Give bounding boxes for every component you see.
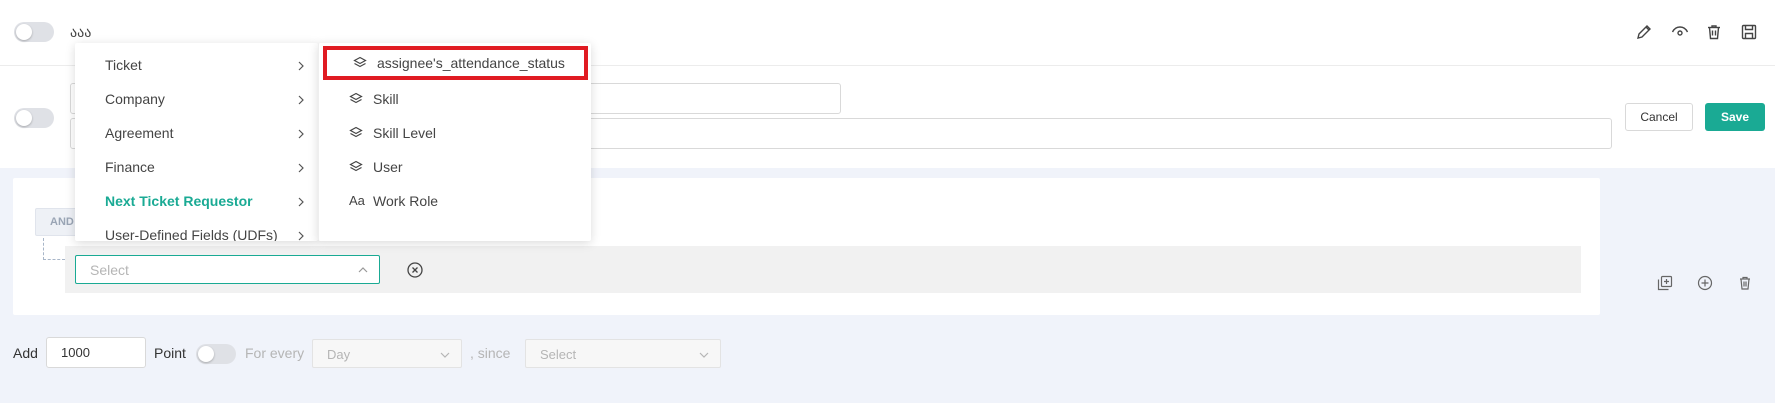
text-type-icon: Aa <box>349 193 365 208</box>
submenu-item-user[interactable]: User <box>319 150 592 184</box>
remove-condition-icon[interactable] <box>406 261 424 279</box>
menu-item-label: User-Defined Fields (UDFs) <box>105 227 278 241</box>
eye-icon[interactable] <box>1671 23 1689 41</box>
chevron-down-icon <box>439 348 451 360</box>
submenu-item-label: assignee's_attendance_status <box>377 55 565 71</box>
menu-item-label: Company <box>105 91 165 107</box>
chevron-right-icon <box>295 161 307 173</box>
chevron-right-icon <box>295 127 307 139</box>
menu-item-label: Next Ticket Requestor <box>105 193 253 209</box>
submenu-item-skill-level[interactable]: Skill Level <box>319 116 592 150</box>
menu-item-company[interactable]: Company <box>75 82 318 116</box>
submenu-item-label: Skill <box>373 91 399 107</box>
save-icon[interactable] <box>1740 23 1758 41</box>
menu-item-label: Ticket <box>105 57 142 73</box>
submenu-item-label: Skill Level <box>373 125 437 141</box>
save-button[interactable]: Save <box>1705 103 1765 131</box>
chevron-up-icon <box>357 263 369 275</box>
add-label: Add <box>13 345 38 361</box>
chevron-down-icon <box>698 348 710 360</box>
submenu-item-label: User <box>373 159 403 175</box>
for-every-label: For every <box>245 345 305 361</box>
field-category-menu: Ticket Company Agreement Finance Next Ti… <box>75 43 318 241</box>
add-condition-icon[interactable] <box>1697 275 1713 291</box>
point-label: Point <box>154 345 186 361</box>
period-select-value: Day <box>327 347 351 362</box>
copy-group-icon[interactable] <box>1657 275 1673 291</box>
menu-item-agreement[interactable]: Agreement <box>75 116 318 150</box>
layers-icon <box>353 56 369 70</box>
submenu-item-work-role[interactable]: Aa Work Role <box>319 184 592 218</box>
trash-icon[interactable] <box>1705 23 1723 41</box>
chevron-right-icon <box>295 195 307 207</box>
points-amount-input[interactable]: 1000 <box>46 337 146 368</box>
menu-item-user-defined-fields[interactable]: User-Defined Fields (UDFs) <box>75 218 318 241</box>
condition-field-select[interactable]: Select <box>75 255 380 284</box>
menu-item-finance[interactable]: Finance <box>75 150 318 184</box>
cancel-button[interactable]: Cancel <box>1625 103 1693 131</box>
submenu-item-label: Work Role <box>373 193 439 209</box>
menu-item-label: Finance <box>105 159 155 175</box>
menu-item-ticket[interactable]: Ticket <box>75 48 318 82</box>
rule-enable-toggle[interactable] <box>14 22 54 42</box>
points-award-row: Add 1000 Point For every Day , since Sel… <box>0 337 900 369</box>
since-label: , since <box>470 345 511 361</box>
edit-enable-toggle[interactable] <box>14 108 54 128</box>
chevron-right-icon <box>295 93 307 105</box>
submenu-item-assignee-attendance-status[interactable]: assignee's_attendance_status <box>323 46 588 80</box>
submenu-item-skill[interactable]: Skill <box>319 82 592 116</box>
menu-item-next-ticket-requestor[interactable]: Next Ticket Requestor <box>75 184 318 218</box>
rule-title: ააა <box>70 24 92 40</box>
condition-row: Select <box>65 246 1581 293</box>
since-select[interactable]: Select <box>525 339 721 368</box>
layers-icon <box>349 92 365 106</box>
field-select-placeholder: Select <box>90 262 129 278</box>
condition-tree-connector <box>43 238 65 260</box>
layers-icon <box>349 160 365 174</box>
chevron-right-icon <box>295 229 307 241</box>
since-select-placeholder: Select <box>540 347 577 362</box>
delete-group-icon[interactable] <box>1737 275 1753 291</box>
pencil-icon[interactable] <box>1635 23 1653 41</box>
menu-item-label: Agreement <box>105 125 174 141</box>
for-every-toggle[interactable] <box>196 344 236 364</box>
chevron-right-icon <box>295 59 307 71</box>
field-submenu: assignee's_attendance_status Skill Skill… <box>318 43 591 241</box>
layers-icon <box>349 126 365 140</box>
period-select[interactable]: Day <box>312 339 462 368</box>
